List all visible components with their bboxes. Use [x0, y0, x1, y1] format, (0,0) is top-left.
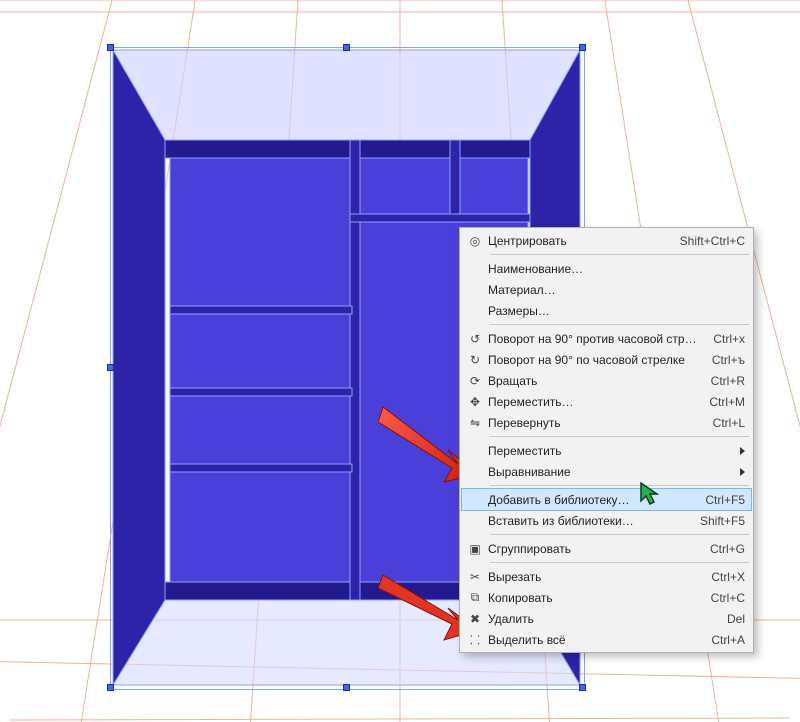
selection-handle[interactable]: [107, 684, 114, 691]
copy-icon: ⧉: [462, 590, 488, 605]
menu-item-label: Удалить: [488, 612, 715, 626]
menu-item-label: Размеры…: [488, 304, 745, 318]
menu-item-shortcut: Shift+Ctrl+C: [680, 234, 745, 248]
selection-handle[interactable]: [579, 684, 586, 691]
menu-item-shortcut: Ctrl+R: [711, 374, 745, 388]
menu-item-label: Выделить всё: [488, 633, 699, 647]
context-menu[interactable]: ◎Центрировать Shift+Ctrl+C Наименование… Ма…: [459, 227, 754, 653]
menu-item-shortcut: Shift+F5: [700, 514, 745, 528]
menu-item[interactable]: ▣Сгруппировать Ctrl+G: [462, 538, 751, 559]
menu-item[interactable]: Материал…: [462, 279, 751, 300]
menu-item-label: Переместить: [488, 444, 732, 458]
menu-item-shortcut: Del: [727, 612, 745, 626]
menu-item-label: Копировать: [488, 591, 699, 605]
menu-separator: [490, 436, 749, 437]
menu-item[interactable]: Вставить из библиотеки… Shift+F5: [462, 510, 751, 531]
menu-item[interactable]: ✂Вырезать Ctrl+X: [462, 566, 751, 587]
cut-icon: ✂: [462, 570, 488, 584]
selection-handle[interactable]: [107, 364, 114, 371]
selection-handle[interactable]: [107, 44, 114, 51]
menu-item-shortcut: Ctrl+ъ: [712, 353, 745, 367]
menu-item-label: Сгруппировать: [488, 542, 698, 556]
menu-item-label: Вставить из библиотеки…: [488, 514, 688, 528]
menu-item-shortcut: Ctrl+x: [713, 332, 745, 346]
menu-item-shortcut: Ctrl+M: [709, 395, 745, 409]
move-icon: ✥: [462, 395, 488, 409]
menu-item-label: Выравнивание: [488, 465, 732, 479]
submenu-arrow-icon: [740, 468, 745, 476]
menu-item-shortcut: Ctrl+A: [711, 633, 745, 647]
selection-handle[interactable]: [343, 44, 350, 51]
menu-item[interactable]: ⟳Вращать Ctrl+R: [462, 370, 751, 391]
selection-handle[interactable]: [343, 684, 350, 691]
menu-separator: [490, 254, 749, 255]
menu-separator: [490, 534, 749, 535]
menu-separator: [490, 324, 749, 325]
submenu-arrow-icon: [740, 447, 745, 455]
menu-item[interactable]: ⧉Копировать Ctrl+C: [462, 587, 751, 608]
group-icon: ▣: [462, 542, 488, 556]
menu-item[interactable]: ↺Поворот на 90° против часовой стрелки Ct…: [462, 328, 751, 349]
menu-item[interactable]: Наименование…: [462, 258, 751, 279]
menu-item[interactable]: ⸬Выделить всё Ctrl+A: [462, 629, 751, 650]
menu-item-label: Перевернуть: [488, 416, 701, 430]
menu-item-shortcut: Ctrl+G: [710, 542, 745, 556]
menu-separator: [490, 562, 749, 563]
flip-icon: ⇋: [462, 416, 488, 430]
menu-item-shortcut: Ctrl+C: [711, 591, 745, 605]
menu-item-label: Добавить в библиотеку…: [488, 493, 693, 507]
menu-item[interactable]: Размеры…: [462, 300, 751, 321]
menu-item[interactable]: ✖Удалить Del: [462, 608, 751, 629]
rotate-ccw-icon: ↺: [462, 332, 488, 346]
rotate-cw-icon: ↻: [462, 353, 488, 367]
menu-item-label: Переместить…: [488, 395, 697, 409]
rotate-icon: ⟳: [462, 374, 488, 388]
menu-item-label: Вращать: [488, 374, 699, 388]
menu-item-shortcut: Ctrl+L: [713, 416, 745, 430]
menu-separator: [490, 485, 749, 486]
menu-item-label: Поворот на 90° против часовой стрелки: [488, 332, 701, 346]
center-icon: ◎: [462, 234, 488, 248]
menu-item-label: Вырезать: [488, 570, 699, 584]
menu-item[interactable]: Добавить в библиотеку… Ctrl+F5: [461, 488, 752, 511]
menu-item-shortcut: Ctrl+X: [711, 570, 745, 584]
menu-item[interactable]: ◎Центрировать Shift+Ctrl+C: [462, 230, 751, 251]
menu-item-label: Центрировать: [488, 234, 668, 248]
menu-item[interactable]: Выравнивание: [462, 461, 751, 482]
menu-item[interactable]: ✥Переместить… Ctrl+M: [462, 391, 751, 412]
menu-item[interactable]: Переместить: [462, 440, 751, 461]
menu-item-label: Наименование…: [488, 262, 745, 276]
selection-handle[interactable]: [579, 44, 586, 51]
menu-item[interactable]: ⇋Перевернуть Ctrl+L: [462, 412, 751, 433]
menu-item-shortcut: Ctrl+F5: [705, 493, 745, 507]
menu-item[interactable]: ↻Поворот на 90° по часовой стрелке Ctrl+ъ: [462, 349, 751, 370]
select-all-icon: ⸬: [462, 631, 488, 648]
menu-item-label: Материал…: [488, 283, 745, 297]
delete-icon: ✖: [462, 612, 488, 626]
menu-item-label: Поворот на 90° по часовой стрелке: [488, 353, 700, 367]
